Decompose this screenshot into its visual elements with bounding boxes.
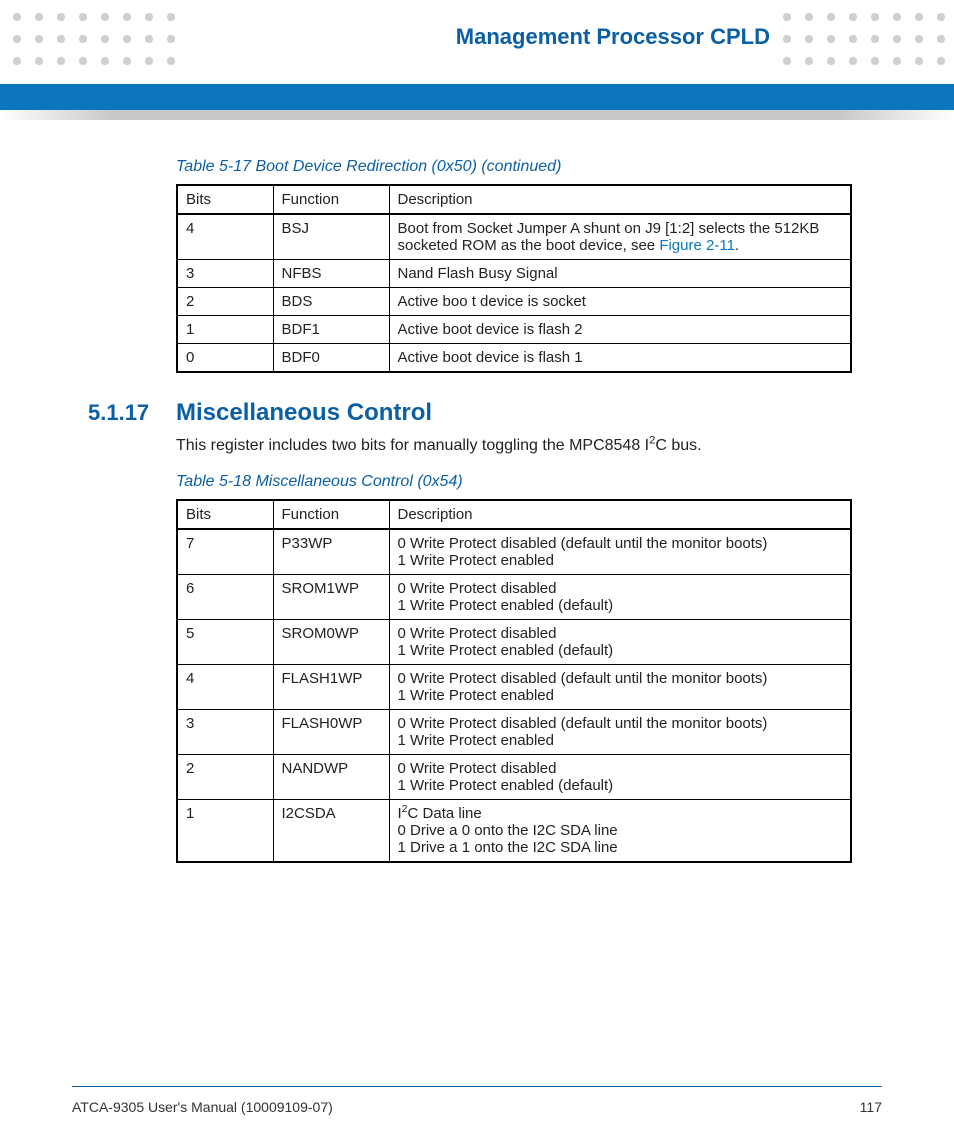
table-row: 4BSJ Boot from Socket Jumper A shunt on J… (177, 214, 851, 260)
table-5-17-caption: Table 5-17 Boot Device Redirection (0x50… (176, 158, 852, 176)
desc-line: I2C Data line (398, 805, 843, 822)
table-header-row: Bits Function Description (177, 500, 851, 529)
desc-line: Boot from Socket Jumper A shunt on J9 [1… (398, 220, 843, 254)
col-bits: Bits (177, 500, 273, 529)
col-description: Description (389, 185, 851, 214)
header-gray-strip (0, 110, 954, 120)
page-content: Table 5-17 Boot Device Redirection (0x50… (176, 158, 852, 889)
cell-function: P33WP (273, 529, 389, 575)
desc-line: 0 Write Protect disabled (default until … (398, 715, 843, 732)
desc-line: 1 Write Protect enabled (398, 687, 843, 704)
cell-description: 0 Write Protect disabled1 Write Protect … (389, 620, 851, 665)
desc-line: 1 Write Protect enabled (398, 732, 843, 749)
footer-page-number: 117 (860, 1099, 882, 1115)
cell-bits: 1 (177, 800, 273, 863)
desc-line: 1 Drive a 1 onto the I2C SDA line (398, 839, 843, 856)
table-row: 7P33WP 0 Write Protect disabled (default … (177, 529, 851, 575)
page-header-title: Management Processor CPLD (452, 24, 774, 50)
desc-line: 1 Write Protect enabled (default) (398, 642, 843, 659)
desc-line: Active boo t device is socket (398, 293, 843, 310)
cell-bits: 6 (177, 575, 273, 620)
col-function: Function (273, 500, 389, 529)
cell-function: BSJ (273, 214, 389, 260)
table-row: 4FLASH1WP 0 Write Protect disabled (defau… (177, 665, 851, 710)
cell-function: I2CSDA (273, 800, 389, 863)
cell-bits: 4 (177, 214, 273, 260)
cell-description: Nand Flash Busy Signal (389, 260, 851, 288)
desc-line: Active boot device is flash 2 (398, 321, 843, 338)
col-function: Function (273, 185, 389, 214)
cell-bits: 7 (177, 529, 273, 575)
section-title: Miscellaneous Control (176, 399, 432, 427)
footer-doc-title: ATCA-9305 User's Manual (10009109-07) (72, 1099, 333, 1115)
cell-description: 0 Write Protect disabled (default until … (389, 529, 851, 575)
col-bits: Bits (177, 185, 273, 214)
desc-line: 1 Write Protect enabled (default) (398, 597, 843, 614)
cell-description: 0 Write Protect disabled (default until … (389, 665, 851, 710)
table-row: 5SROM0WP0 Write Protect disabled1 Write … (177, 620, 851, 665)
cell-bits: 4 (177, 665, 273, 710)
table-row: 3FLASH0WP 0 Write Protect disabled (defau… (177, 710, 851, 755)
cell-bits: 3 (177, 710, 273, 755)
cell-bits: 2 (177, 755, 273, 800)
cell-description: I2C Data line0 Drive a 0 onto the I2C SD… (389, 800, 851, 863)
cell-description: Active boo t device is socket (389, 288, 851, 316)
desc-line: 1 Write Protect enabled (default) (398, 777, 843, 794)
desc-line: 0 Drive a 0 onto the I2C SDA line (398, 822, 843, 839)
cell-bits: 1 (177, 316, 273, 344)
cell-function: FLASH0WP (273, 710, 389, 755)
cell-bits: 0 (177, 344, 273, 373)
desc-line: 0 Write Protect disabled (398, 760, 843, 777)
footer-rule (72, 1086, 882, 1087)
table-row: 6SROM1WP0 Write Protect disabled1 Write … (177, 575, 851, 620)
cell-description: Active boot device is flash 2 (389, 316, 851, 344)
table-header-row: Bits Function Description (177, 185, 851, 214)
cell-function: SROM0WP (273, 620, 389, 665)
cell-description: 0 Write Protect disabled1 Write Protect … (389, 755, 851, 800)
cell-function: BDF0 (273, 344, 389, 373)
table-row: 2BDS Active boo t device is socket (177, 288, 851, 316)
table-5-18: Bits Function Description 7P33WP0 Write … (176, 499, 852, 863)
desc-line: Nand Flash Busy Signal (398, 265, 843, 282)
desc-line: 0 Write Protect disabled (398, 625, 843, 642)
cell-description: Boot from Socket Jumper A shunt on J9 [1… (389, 214, 851, 260)
cell-description: 0 Write Protect disabled1 Write Protect … (389, 575, 851, 620)
desc-line: 1 Write Protect enabled (398, 552, 843, 569)
cell-function: BDF1 (273, 316, 389, 344)
table-row: 0BDF0 Active boot device is flash 1 (177, 344, 851, 373)
section-body-pre: This register includes two bits for manu… (176, 437, 649, 454)
cell-function: NFBS (273, 260, 389, 288)
cell-bits: 2 (177, 288, 273, 316)
cell-description: Active boot device is flash 1 (389, 344, 851, 373)
section-body-post: C bus. (655, 437, 701, 454)
cell-function: FLASH1WP (273, 665, 389, 710)
table-5-18-caption: Table 5-18 Miscellaneous Control (0x54) (176, 473, 852, 491)
figure-link[interactable]: Figure 2-11 (659, 237, 735, 254)
cell-description: 0 Write Protect disabled (default until … (389, 710, 851, 755)
table-5-17: Bits Function Description 4BSJ Boot from … (176, 184, 852, 373)
table-row: 1I2CSDAI2C Data line0 Drive a 0 onto the… (177, 800, 851, 863)
section-body: This register includes two bits for manu… (176, 437, 852, 455)
cell-bits: 3 (177, 260, 273, 288)
header-blue-bar (0, 84, 954, 110)
col-description: Description (389, 500, 851, 529)
cell-function: BDS (273, 288, 389, 316)
section-number: 5.1.17 (88, 400, 154, 426)
desc-line: 0 Write Protect disabled (398, 580, 843, 597)
cell-bits: 5 (177, 620, 273, 665)
desc-line: Active boot device is flash 1 (398, 349, 843, 366)
desc-line: 0 Write Protect disabled (default until … (398, 535, 843, 552)
desc-line: 0 Write Protect disabled (default until … (398, 670, 843, 687)
desc-tail: . (735, 237, 739, 254)
cell-function: SROM1WP (273, 575, 389, 620)
cell-function: NANDWP (273, 755, 389, 800)
table-row: 2NANDWP0 Write Protect disabled1 Write P… (177, 755, 851, 800)
table-row: 1BDF1 Active boot device is flash 2 (177, 316, 851, 344)
table-row: 3NFBS Nand Flash Busy Signal (177, 260, 851, 288)
section-heading: 5.1.17 Miscellaneous Control (88, 399, 852, 427)
